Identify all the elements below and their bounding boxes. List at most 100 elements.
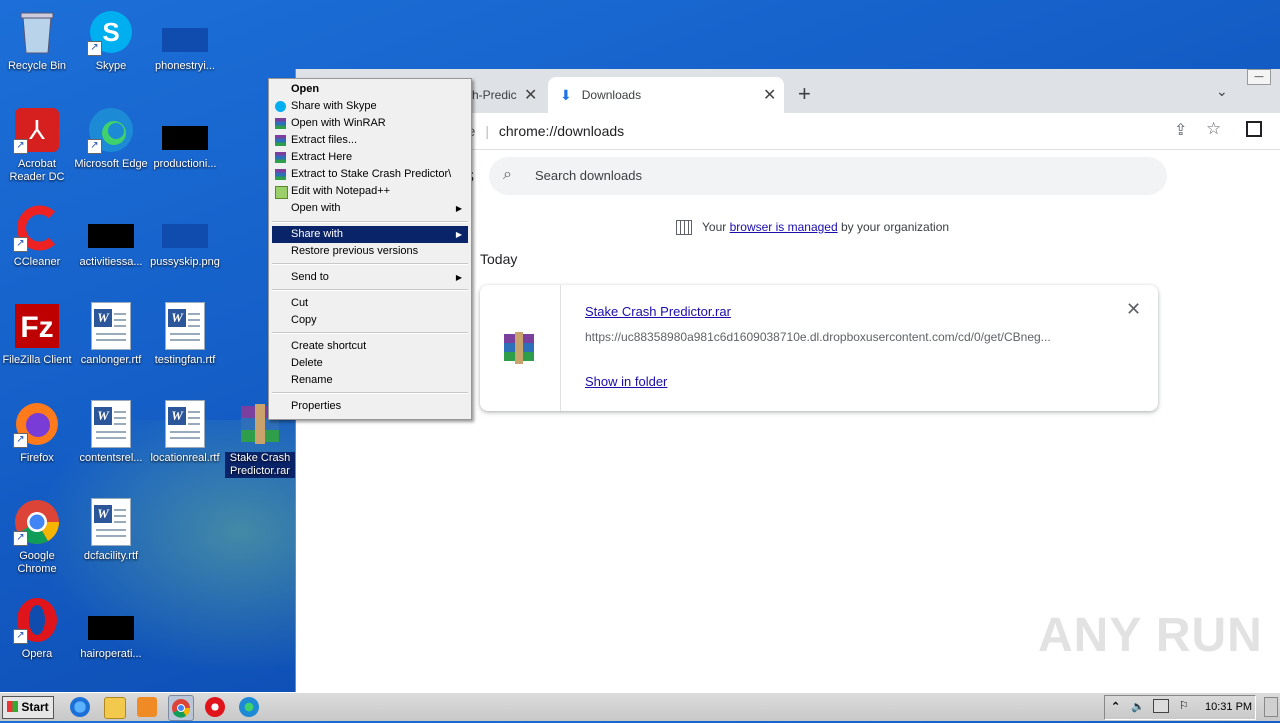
- network-icon[interactable]: [1153, 699, 1169, 713]
- minimize-button[interactable]: —: [1247, 69, 1271, 85]
- desktop-icon-locationreal[interactable]: W locationreal.rtf: [148, 400, 222, 465]
- show-in-folder-link[interactable]: Show in folder: [585, 374, 667, 389]
- menu-item-edit-with-notepadpp[interactable]: Edit with Notepad++: [272, 183, 468, 200]
- opera-taskbar-icon[interactable]: [205, 697, 225, 717]
- desktop-icon-firefox[interactable]: ↗ Firefox: [0, 400, 74, 465]
- shortcut-arrow-icon: ↗: [13, 433, 28, 448]
- desktop-icon-productioni[interactable]: productioni...: [148, 106, 222, 171]
- close-tab-icon[interactable]: ✕: [763, 85, 776, 105]
- desktop-icon-activitiessa[interactable]: activitiessa...: [74, 204, 148, 269]
- remove-download-icon[interactable]: ✕: [1126, 299, 1141, 320]
- edge-taskbar-icon[interactable]: [239, 697, 259, 717]
- word-doc-icon: W: [87, 400, 135, 448]
- download-icon: ⬇: [560, 86, 572, 103]
- menu-item-delete[interactable]: Delete: [272, 355, 468, 372]
- managed-link[interactable]: browser is managed: [730, 220, 838, 234]
- side-panel-icon[interactable]: [1246, 121, 1262, 137]
- recycle-bin-icon: [13, 8, 61, 56]
- file-icon: [87, 596, 135, 644]
- skype-icon: [275, 101, 286, 112]
- desktop-icon-hairoperati[interactable]: hairoperati...: [74, 596, 148, 661]
- menu-separator: [272, 289, 468, 291]
- download-source-url: https://uc88358980a981c6d1609038710e.dl.…: [585, 330, 1051, 344]
- search-downloads-field[interactable]: ⌕ Search downloads: [489, 157, 1167, 195]
- desktop-icon-ccleaner[interactable]: ↗ CCleaner: [0, 204, 74, 269]
- clock[interactable]: 10:31 PM: [1205, 701, 1252, 713]
- managed-notice: Your browser is managed by your organiza…: [676, 220, 949, 236]
- managed-prefix: Your: [702, 220, 730, 234]
- desktop-icon-testingfan[interactable]: W testingfan.rtf: [148, 302, 222, 367]
- action-center-flag-icon[interactable]: ⚐: [1179, 699, 1189, 712]
- desktop-icon-dcfacility[interactable]: W dcfacility.rtf: [74, 498, 148, 563]
- desktop-icon-contentsrel[interactable]: W contentsrel...: [74, 400, 148, 465]
- menu-separator: [272, 221, 468, 223]
- tab-search-icon[interactable]: ⌄: [1216, 83, 1228, 100]
- chrome-taskbar-button[interactable]: [168, 695, 194, 721]
- desktop-icon-filezilla[interactable]: Fz FileZilla Client: [0, 302, 74, 367]
- share-icon[interactable]: ⇪: [1174, 120, 1187, 140]
- desktop-icon-canlonger[interactable]: W canlonger.rtf: [74, 302, 148, 367]
- bookmark-star-icon[interactable]: ☆: [1206, 119, 1221, 139]
- download-filename-link[interactable]: Stake Crash Predictor.rar: [585, 304, 731, 319]
- firefox-icon: ↗: [13, 400, 61, 448]
- menu-item-cut[interactable]: Cut: [272, 295, 468, 312]
- desktop-icon-opera[interactable]: ↗ Opera: [0, 596, 74, 661]
- shortcut-arrow-icon: ↗: [13, 237, 28, 252]
- desktop-icon-phonestryi[interactable]: phonestryi...: [148, 8, 222, 73]
- search-icon: ⌕: [503, 166, 512, 183]
- shortcut-arrow-icon: ↗: [13, 629, 28, 644]
- desktop-icon-acrobat[interactable]: ⅄ ↗ Acrobat Reader DC: [0, 106, 74, 184]
- menu-item-extract-files[interactable]: Extract files...: [272, 132, 468, 149]
- close-tab-icon[interactable]: ✕: [524, 85, 537, 105]
- show-desktop-button[interactable]: [1264, 697, 1278, 717]
- building-icon: [676, 220, 692, 236]
- desktop-icon-pussyskip[interactable]: pussyskip.png: [148, 204, 222, 269]
- ccleaner-icon: ↗: [13, 204, 61, 252]
- menu-item-send-to[interactable]: Send to ▶: [272, 269, 468, 286]
- submenu-arrow-icon: ▶: [455, 204, 462, 213]
- menu-item-open[interactable]: Open: [272, 81, 468, 98]
- watermark-logo: ANY RUN: [1038, 609, 1263, 662]
- submenu-arrow-icon: ▶: [455, 230, 462, 239]
- volume-icon[interactable]: 🔈: [1131, 700, 1145, 713]
- menu-item-rename[interactable]: Rename: [272, 372, 468, 389]
- shortcut-arrow-icon: ↗: [87, 139, 102, 154]
- svg-text:Fz: Fz: [20, 311, 53, 344]
- menu-separator: [272, 392, 468, 394]
- file-explorer-icon[interactable]: [104, 697, 126, 719]
- omnibox-url: chrome://downloads: [498, 123, 625, 139]
- start-label: Start: [21, 700, 49, 714]
- download-item: Stake Crash Predictor.rar https://uc8835…: [480, 285, 1158, 411]
- context-menu: Open Share with Skype Open with WinRAR E…: [268, 78, 472, 420]
- menu-item-extract-here[interactable]: Extract Here: [272, 149, 468, 166]
- menu-item-copy[interactable]: Copy: [272, 312, 468, 329]
- search-placeholder: Search downloads: [535, 168, 642, 183]
- shortcut-arrow-icon: ↗: [87, 41, 102, 56]
- taskbar: Start ⌃ 🔈 ⚐ 10:31 PM: [0, 692, 1280, 721]
- tab-downloads[interactable]: ⬇ Downloads ✕: [548, 77, 784, 113]
- menu-item-share-with[interactable]: Share with ▶: [272, 226, 468, 243]
- desktop-icon-skype[interactable]: S ↗ Skype: [74, 8, 148, 73]
- menu-item-open-with-winrar[interactable]: Open with WinRAR: [272, 115, 468, 132]
- menu-item-properties[interactable]: Properties: [272, 398, 468, 415]
- show-hidden-icons[interactable]: ⌃: [1111, 700, 1120, 713]
- start-button[interactable]: Start: [2, 696, 54, 719]
- new-tab-button[interactable]: +: [798, 81, 811, 107]
- internet-explorer-icon[interactable]: [70, 697, 90, 717]
- desktop-icon-edge[interactable]: ↗ Microsoft Edge: [74, 106, 148, 171]
- media-player-icon[interactable]: [137, 697, 157, 717]
- desktop-icon-recycle-bin[interactable]: Recycle Bin: [0, 8, 74, 73]
- omnibox[interactable]: me | chrome://downloads: [456, 117, 1156, 145]
- menu-item-share-with-skype[interactable]: Share with Skype: [272, 98, 468, 115]
- filezilla-icon: Fz: [13, 302, 61, 350]
- card-divider: [560, 285, 561, 411]
- desktop-icon-chrome[interactable]: ↗ Google Chrome: [0, 498, 74, 576]
- word-doc-icon: W: [161, 400, 209, 448]
- menu-item-restore-previous-versions[interactable]: Restore previous versions: [272, 243, 468, 260]
- menu-item-open-with[interactable]: Open with ▶: [272, 200, 468, 217]
- word-doc-icon: W: [87, 302, 135, 350]
- menu-item-extract-to-folder[interactable]: Extract to Stake Crash Predictor\: [272, 166, 468, 183]
- shortcut-arrow-icon: ↗: [13, 531, 28, 546]
- menu-item-create-shortcut[interactable]: Create shortcut: [272, 338, 468, 355]
- windows-logo-icon: [7, 701, 19, 712]
